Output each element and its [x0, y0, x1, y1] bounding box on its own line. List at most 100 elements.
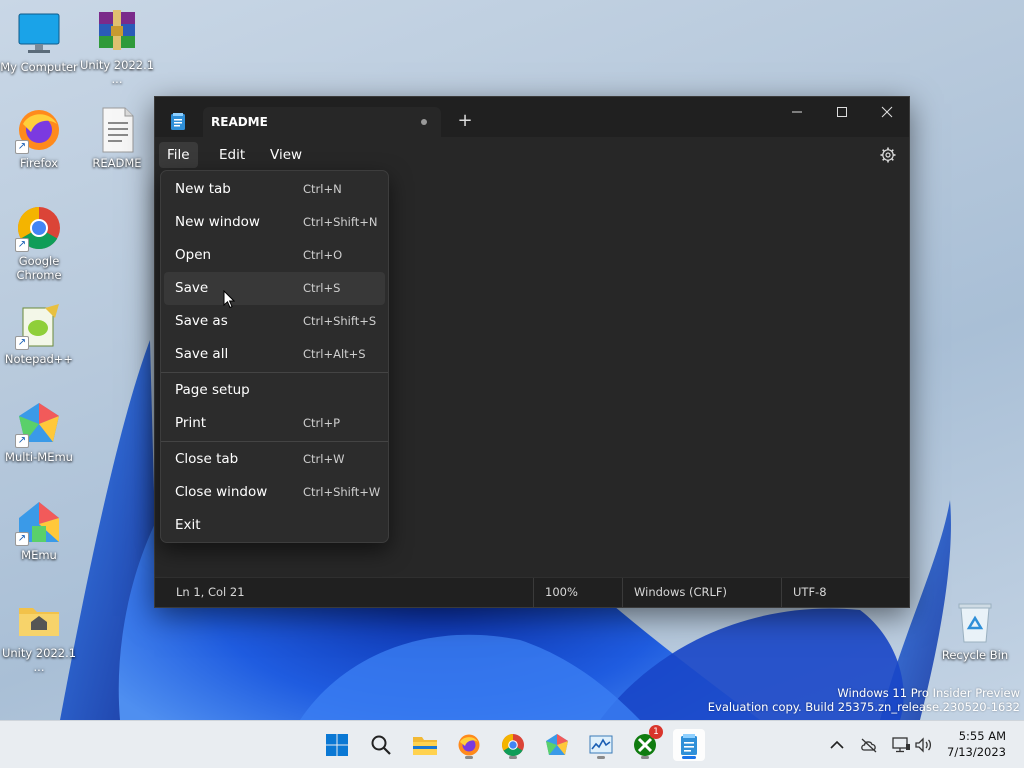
menu-separator	[161, 372, 388, 373]
minimize-button[interactable]	[774, 97, 820, 127]
file-menu-dropdown: New tab Ctrl+N New window Ctrl+Shift+N O…	[160, 170, 389, 543]
show-hidden-icons-button[interactable]	[827, 735, 847, 755]
search-icon	[371, 735, 391, 755]
close-button[interactable]	[864, 97, 910, 127]
shortcut-arrow-icon: ↗	[15, 140, 29, 154]
menu-item-label: Save all	[175, 346, 229, 362]
zoom-level[interactable]: 100%	[533, 578, 578, 607]
menu-item-save-all[interactable]: Save all Ctrl+Alt+S	[164, 338, 385, 371]
menu-edit[interactable]: Edit	[211, 142, 253, 168]
settings-button[interactable]	[879, 146, 897, 164]
taskbar: 1 5:55 AM 7/13/2023	[0, 720, 1024, 768]
firefox-icon: ↗	[15, 106, 63, 154]
speaker-icon	[915, 737, 932, 753]
menu-view[interactable]: View	[262, 142, 310, 168]
taskbar-clock[interactable]: 5:55 AM 7/13/2023	[947, 728, 1006, 760]
desktop-icon-label: Unity 2022.1 ...	[1, 646, 77, 674]
menu-item-shortcut: Ctrl+N	[303, 182, 342, 196]
menu-item-close-tab[interactable]: Close tab Ctrl+W	[164, 443, 385, 476]
menu-item-label: Close tab	[175, 451, 239, 467]
cloud-offline-icon	[861, 738, 877, 753]
encoding[interactable]: UTF-8	[781, 578, 827, 607]
running-indicator	[641, 756, 649, 759]
menu-item-open[interactable]: Open Ctrl+O	[164, 239, 385, 272]
desktop-icon-label: My Computer	[0, 60, 78, 74]
menu-file[interactable]: File	[159, 142, 198, 168]
multi-memu-icon	[546, 734, 568, 755]
menu-item-save[interactable]: Save Ctrl+S	[164, 272, 385, 305]
folder-icon	[413, 737, 437, 755]
minimize-icon	[792, 111, 802, 113]
network-button[interactable]	[891, 735, 911, 755]
shortcut-arrow-icon: ↗	[15, 532, 29, 546]
menu-item-label: Save	[175, 280, 209, 296]
monitor-icon	[15, 10, 63, 58]
taskbar-task-manager[interactable]	[585, 729, 617, 761]
unsaved-dot-icon[interactable]	[421, 119, 427, 125]
desktop-icon-google-chrome[interactable]: ↗ Google Chrome	[0, 204, 78, 282]
chevron-up-icon	[830, 740, 844, 749]
search-button[interactable]	[365, 729, 397, 761]
menu-separator	[161, 441, 388, 442]
tab-title: README	[211, 115, 268, 129]
menu-item-new-tab[interactable]: New tab Ctrl+N	[164, 173, 385, 206]
desktop-icon-notepad-plus-plus[interactable]: ↗ Notepad++	[0, 302, 78, 366]
clock-date: 7/13/2023	[947, 745, 1006, 759]
multi-memu-icon: ↗	[15, 400, 63, 448]
desktop-icon-label: Multi-MEmu	[5, 450, 73, 464]
taskbar-firefox[interactable]	[453, 729, 485, 761]
gear-icon	[880, 147, 896, 163]
folder-icon	[15, 596, 63, 644]
desktop-icon-multi-memu[interactable]: ↗ Multi-MEmu	[0, 400, 78, 464]
tab-readme[interactable]: README	[203, 107, 441, 137]
desktop-icon-label: README	[92, 156, 142, 170]
title-bar[interactable]: README +	[155, 97, 909, 137]
menu-item-label: New tab	[175, 181, 231, 197]
maximize-button[interactable]	[819, 97, 865, 127]
line-ending[interactable]: Windows (CRLF)	[622, 578, 727, 607]
menu-item-save-as[interactable]: Save as Ctrl+Shift+S	[164, 305, 385, 338]
menu-item-new-window[interactable]: New window Ctrl+Shift+N	[164, 206, 385, 239]
desktop-icon-label: Google Chrome	[16, 254, 62, 282]
desktop-icon-my-computer[interactable]: My Computer	[0, 10, 78, 74]
desktop-icon-label: Firefox	[19, 156, 59, 170]
menu-item-shortcut: Ctrl+Alt+S	[303, 347, 366, 361]
desktop-icon-label: Unity 2022.1 ...	[79, 58, 155, 86]
desktop-icon-recycle-bin[interactable]: Recycle Bin	[936, 598, 1014, 662]
taskbar-notepad[interactable]	[673, 729, 705, 761]
watermark-line-1: Windows 11 Pro Insider Preview	[837, 686, 1020, 700]
start-button[interactable]	[321, 729, 353, 761]
volume-button[interactable]	[913, 735, 933, 755]
shortcut-arrow-icon: ↗	[15, 434, 29, 448]
onedrive-button[interactable]	[859, 735, 879, 755]
menu-item-shortcut: Ctrl+Shift+W	[303, 485, 381, 499]
desktop-icon-label: Recycle Bin	[941, 648, 1009, 662]
notepad-app-icon	[681, 734, 697, 755]
shortcut-arrow-icon: ↗	[15, 238, 29, 252]
chrome-icon: ↗	[15, 204, 63, 252]
cursor-position: Ln 1, Col 21	[176, 585, 245, 599]
menu-item-close-window[interactable]: Close window Ctrl+Shift+W	[164, 476, 385, 509]
menu-item-page-setup[interactable]: Page setup	[164, 374, 385, 407]
taskbar-multi-memu[interactable]	[541, 729, 573, 761]
desktop-icon-memu[interactable]: ↗ MEmu	[0, 498, 78, 562]
menu-item-label: Close window	[175, 484, 268, 500]
windows-logo-icon	[326, 734, 348, 756]
taskbar-xbox[interactable]: 1	[629, 725, 663, 761]
firefox-icon	[458, 734, 480, 756]
menu-item-label: Exit	[175, 517, 201, 533]
desktop-icon-firefox[interactable]: ↗ Firefox	[0, 106, 78, 170]
desktop-icon-unity-folder[interactable]: Unity 2022.1 ...	[0, 596, 78, 674]
menu-item-label: Open	[175, 247, 212, 263]
new-tab-button[interactable]: +	[455, 111, 475, 131]
menu-item-shortcut: Ctrl+O	[303, 248, 343, 262]
notification-badge: 1	[649, 725, 663, 739]
winrar-archive-icon	[93, 8, 141, 56]
menu-item-exit[interactable]: Exit	[164, 509, 385, 542]
menu-item-print[interactable]: Print Ctrl+P	[164, 407, 385, 440]
taskbar-file-explorer[interactable]	[409, 729, 441, 761]
desktop-icon-unity-archive[interactable]: Unity 2022.1 ...	[78, 8, 156, 86]
taskbar-chrome[interactable]	[497, 729, 529, 761]
menu-item-shortcut: Ctrl+Shift+S	[303, 314, 377, 328]
desktop-icon-readme[interactable]: README	[78, 106, 156, 170]
